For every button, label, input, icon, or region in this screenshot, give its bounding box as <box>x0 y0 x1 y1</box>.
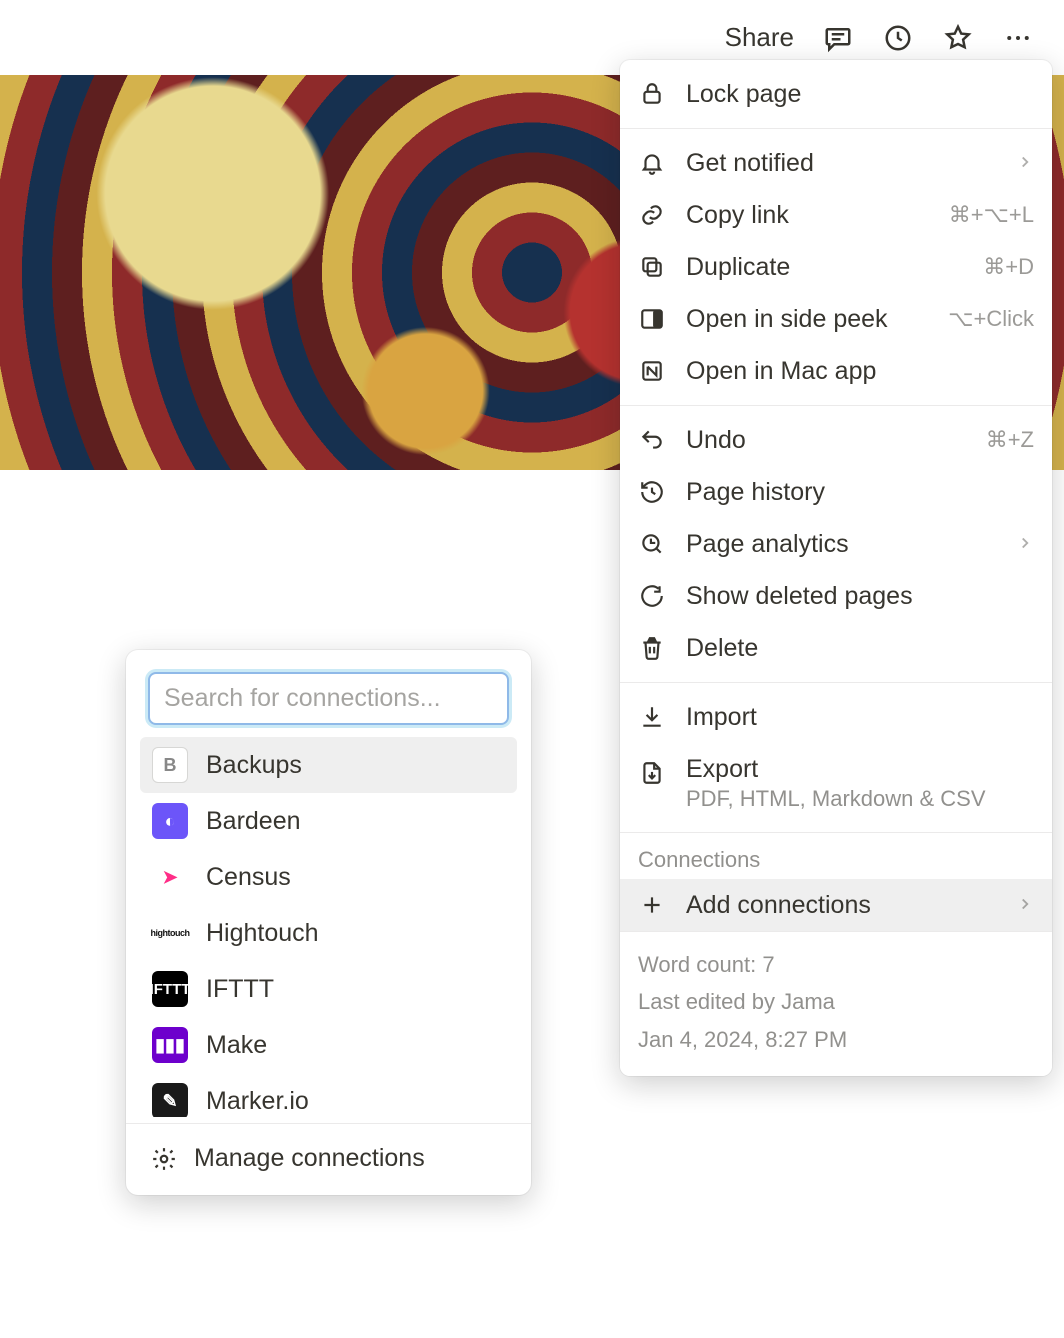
export-icon <box>638 759 666 787</box>
menu-copy-link[interactable]: Copy link ⌘+⌥+L <box>620 189 1052 241</box>
chevron-right-icon <box>1016 891 1034 920</box>
menu-get-notified[interactable]: Get notified <box>620 137 1052 189</box>
shortcut-label: ⌥+Click <box>948 306 1034 332</box>
duplicate-icon <box>638 253 666 281</box>
connection-app-icon: ✎ <box>152 1083 188 1117</box>
connections-search-input[interactable] <box>148 672 509 725</box>
menu-import[interactable]: Import <box>620 691 1052 743</box>
shortcut-label: ⌘+⌥+L <box>949 202 1034 228</box>
restore-icon <box>638 582 666 610</box>
menu-item-label: Duplicate <box>686 253 963 282</box>
timestamp: Jan 4, 2024, 8:27 PM <box>638 1021 1034 1058</box>
menu-item-label: Undo <box>686 426 966 455</box>
side-peek-icon <box>638 305 666 333</box>
menu-lock-page[interactable]: Lock page <box>620 68 1052 120</box>
notion-icon <box>638 357 666 385</box>
connection-app-icon: ◐ <box>152 803 188 839</box>
connection-item-label: Bardeen <box>206 807 505 836</box>
menu-item-label: Delete <box>686 634 1034 663</box>
menu-undo[interactable]: Undo ⌘+Z <box>620 414 1052 466</box>
menu-item-label: Lock page <box>686 80 1034 109</box>
connection-app-icon: hightouch <box>152 915 188 951</box>
menu-item-label: Get notified <box>686 149 996 178</box>
connection-item-label: Backups <box>206 751 505 780</box>
menu-show-deleted[interactable]: Show deleted pages <box>620 570 1052 622</box>
word-count: Word count: 7 <box>638 946 1034 983</box>
menu-open-mac-app[interactable]: Open in Mac app <box>620 345 1052 397</box>
chevron-right-icon <box>1016 530 1034 559</box>
connection-item[interactable]: hightouch Hightouch <box>140 905 517 961</box>
menu-item-label: Copy link <box>686 201 929 230</box>
connection-item-label: IFTTT <box>206 975 505 1004</box>
menu-item-label: Add connections <box>686 891 996 920</box>
gear-icon <box>150 1145 178 1173</box>
page-actions-menu: Lock page Get notified Copy link ⌘+⌥+L D… <box>620 60 1052 1076</box>
connection-item-label: Make <box>206 1031 505 1060</box>
connection-item-label: Hightouch <box>206 919 505 948</box>
connection-item-label: Census <box>206 863 505 892</box>
menu-item-label: Open in side peek <box>686 305 928 334</box>
connections-popover: B Backups ◐ Bardeen ➤ Census hightouch Hightouc… <box>126 650 531 1195</box>
menu-item-sublabel: PDF, HTML, Markdown & CSV <box>686 786 1034 812</box>
link-icon <box>638 201 666 229</box>
connections-list: B Backups ◐ Bardeen ➤ Census hightouch Hightouc… <box>136 737 521 1117</box>
menu-page-history[interactable]: Page history <box>620 466 1052 518</box>
connection-app-icon: ➤ <box>152 859 188 895</box>
comments-icon[interactable] <box>822 22 854 54</box>
menu-item-label: Export <box>686 755 1034 784</box>
menu-item-label: Show deleted pages <box>686 582 1034 611</box>
connection-item[interactable]: ➤ Census <box>140 849 517 905</box>
connection-item[interactable]: B Backups <box>140 737 517 793</box>
history-icon <box>638 478 666 506</box>
menu-duplicate[interactable]: Duplicate ⌘+D <box>620 241 1052 293</box>
import-icon <box>638 703 666 731</box>
connections-section-header: Connections <box>620 833 1052 879</box>
connection-item-label: Marker.io <box>206 1087 505 1116</box>
connection-item[interactable]: IFTTT IFTTT <box>140 961 517 1017</box>
menu-page-analytics[interactable]: Page analytics <box>620 518 1052 570</box>
menu-delete[interactable]: Delete <box>620 622 1052 674</box>
manage-connections-label: Manage connections <box>194 1144 425 1173</box>
trash-icon <box>638 634 666 662</box>
menu-add-connections[interactable]: Add connections <box>620 879 1052 931</box>
connection-item[interactable]: ◐ Bardeen <box>140 793 517 849</box>
connection-app-icon: IFTTT <box>152 971 188 1007</box>
manage-connections[interactable]: Manage connections <box>136 1124 521 1195</box>
menu-item-label: Open in Mac app <box>686 357 1034 386</box>
plus-icon <box>638 891 666 919</box>
shortcut-label: ⌘+Z <box>986 427 1034 453</box>
menu-item-label: Page analytics <box>686 530 996 559</box>
menu-footer: Word count: 7 Last edited by Jama Jan 4,… <box>620 932 1052 1076</box>
connection-app-icon: ▮▮▮ <box>152 1027 188 1063</box>
clock-icon[interactable] <box>882 22 914 54</box>
menu-item-label: Page history <box>686 478 1034 507</box>
share-button[interactable]: Share <box>725 22 794 53</box>
undo-icon <box>638 426 666 454</box>
connection-item[interactable]: ✎ Marker.io <box>140 1073 517 1117</box>
analytics-icon <box>638 530 666 558</box>
menu-side-peek[interactable]: Open in side peek ⌥+Click <box>620 293 1052 345</box>
menu-item-label: Import <box>686 703 1034 732</box>
menu-export[interactable]: Export PDF, HTML, Markdown & CSV <box>620 743 1052 824</box>
connection-app-icon: B <box>152 747 188 783</box>
connection-item[interactable]: ▮▮▮ Make <box>140 1017 517 1073</box>
bell-icon <box>638 149 666 177</box>
star-icon[interactable] <box>942 22 974 54</box>
last-edited-by: Last edited by Jama <box>638 983 1034 1020</box>
chevron-right-icon <box>1016 149 1034 178</box>
shortcut-label: ⌘+D <box>983 254 1034 280</box>
lock-icon <box>638 80 666 108</box>
more-icon[interactable] <box>1002 22 1034 54</box>
